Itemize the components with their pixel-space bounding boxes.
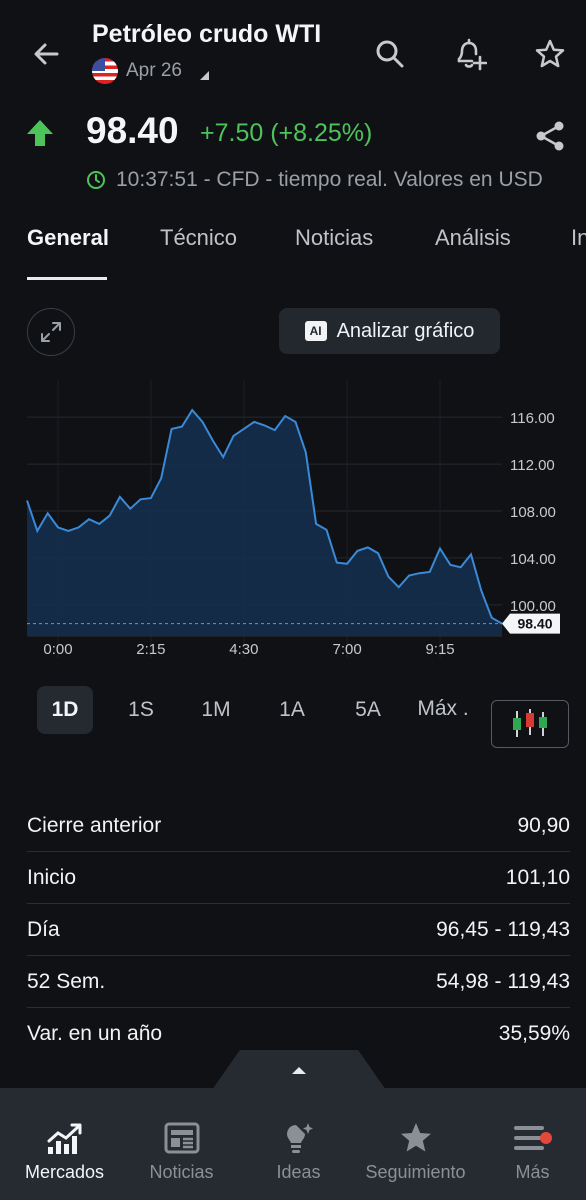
- stat-row: Cierre anterior 90,90: [27, 800, 570, 852]
- nav-label: Más: [515, 1162, 550, 1182]
- nav-label: Noticias: [149, 1162, 214, 1182]
- instrument-title: Petróleo crudo WTI: [92, 20, 322, 48]
- y-tick-label: 100.00: [510, 598, 556, 615]
- expand-sheet-handle[interactable]: [212, 1050, 386, 1090]
- fullscreen-chart-button[interactable]: [27, 308, 75, 356]
- expand-icon: [41, 322, 61, 342]
- range-1m[interactable]: 1M: [188, 686, 244, 734]
- tab-noticias[interactable]: Noticias: [295, 225, 373, 251]
- price-change: +7.50 (+8.25%): [200, 119, 373, 147]
- watchlist-star-button[interactable]: [530, 34, 570, 74]
- nav-label: Ideas: [276, 1162, 321, 1182]
- last-price: 98.40: [86, 110, 179, 151]
- analyze-chart-button[interactable]: AI Analizar gráfico: [279, 308, 500, 354]
- range-1a[interactable]: 1A: [264, 686, 320, 734]
- x-tick-label: 9:15: [425, 641, 454, 658]
- star-icon: [399, 1120, 433, 1156]
- nav-mas[interactable]: Más: [474, 1088, 586, 1200]
- candlestick-icon: [513, 709, 547, 737]
- tab-more-partial[interactable]: In: [571, 225, 586, 251]
- search-icon: [376, 40, 404, 68]
- stat-value: 96,45 - 119,43: [436, 917, 570, 941]
- range-1s[interactable]: 1S: [113, 686, 169, 734]
- chart-up-icon: [46, 1120, 84, 1156]
- stat-value: 54,98 - 119,43: [436, 969, 570, 993]
- x-tick-label: 2:15: [136, 641, 165, 658]
- date-label: Apr 26: [126, 60, 182, 81]
- lightbulb-icon: [283, 1120, 315, 1156]
- stat-label: Día: [27, 917, 60, 941]
- active-tab-indicator: [27, 277, 107, 280]
- newspaper-icon: [164, 1120, 200, 1156]
- x-tick-label: 4:30: [229, 641, 258, 658]
- quote-meta-text: 10:37:51 - CFD - tiempo real. Valores en…: [116, 168, 543, 191]
- y-tick-label: 104.00: [510, 551, 556, 568]
- y-tick-label: 108.00: [510, 504, 556, 521]
- nav-mercados[interactable]: Mercados: [6, 1088, 123, 1200]
- caret-up-icon: [292, 1067, 306, 1074]
- y-tick-label: 112.00: [510, 457, 555, 474]
- dropdown-triangle-icon: [199, 70, 209, 80]
- clock-icon: [87, 171, 105, 189]
- stat-label: Inicio: [27, 865, 77, 889]
- analyze-chart-label: Analizar gráfico: [336, 319, 475, 342]
- stat-label: Cierre anterior: [27, 813, 162, 837]
- price-chart[interactable]: 116.00 112.00 108.00 104.00 100.00 0:00 2:15 4:…: [0, 380, 586, 665]
- stat-label: 52 Sem.: [27, 969, 106, 993]
- tab-analisis[interactable]: Análisis: [435, 225, 511, 251]
- nav-label: Mercados: [24, 1162, 105, 1182]
- star-outline-icon: [535, 39, 565, 68]
- back-button[interactable]: [26, 34, 66, 74]
- arrow-left-icon: [34, 43, 59, 65]
- range-max[interactable]: Máx .: [410, 696, 476, 752]
- stat-row: Inicio 101,10: [27, 852, 570, 904]
- bottom-navigation: Mercados Noticias Ideas Seguimiento Más: [0, 1088, 586, 1200]
- share-icon: [536, 121, 564, 151]
- tab-general[interactable]: General: [27, 225, 109, 251]
- bell-plus-icon: [457, 38, 487, 71]
- notification-dot: [539, 1132, 552, 1144]
- range-1d[interactable]: 1D: [37, 686, 93, 734]
- menu-icon: [512, 1120, 554, 1156]
- stat-value: 90,90: [517, 813, 570, 837]
- stat-row: Día 96,45 - 119,43: [27, 904, 570, 956]
- x-tick-label: 0:00: [43, 641, 72, 658]
- nav-ideas[interactable]: Ideas: [240, 1088, 357, 1200]
- key-stats-table: Cierre anterior 90,90 Inicio 101,10 Día …: [27, 800, 570, 1059]
- time-range-selector: 1D 1S 1M 1A 5A Máx .: [27, 686, 547, 736]
- quote-meta: 10:37:51 - CFD - tiempo real. Valores en…: [86, 168, 543, 192]
- search-button[interactable]: [370, 34, 410, 74]
- last-price-label: 98.40: [517, 616, 552, 632]
- nav-noticias[interactable]: Noticias: [123, 1088, 240, 1200]
- us-flag-icon: [92, 58, 118, 84]
- x-tick-label: 7:00: [333, 641, 362, 658]
- stat-value: 101,10: [505, 865, 570, 889]
- share-button[interactable]: [530, 116, 570, 156]
- stat-row: 52 Sem. 54,98 - 119,43: [27, 956, 570, 1008]
- tab-tecnico[interactable]: Técnico: [160, 225, 237, 251]
- candlestick-toggle-button[interactable]: [491, 700, 569, 748]
- section-tabs: General Técnico Noticias Análisis In: [0, 225, 586, 281]
- range-5a[interactable]: 5A: [340, 686, 396, 734]
- stat-label: Var. en un año: [27, 1021, 163, 1045]
- add-alert-button[interactable]: [450, 34, 490, 74]
- instrument-subtitle[interactable]: Apr 26: [92, 58, 209, 84]
- y-tick-label: 116.00: [510, 410, 555, 427]
- ai-icon: AI: [304, 321, 327, 341]
- price-up-arrow-icon: [26, 118, 54, 153]
- nav-seguimiento[interactable]: Seguimiento: [357, 1088, 474, 1200]
- stat-value: 35,59%: [498, 1021, 570, 1045]
- nav-label: Seguimiento: [365, 1162, 466, 1182]
